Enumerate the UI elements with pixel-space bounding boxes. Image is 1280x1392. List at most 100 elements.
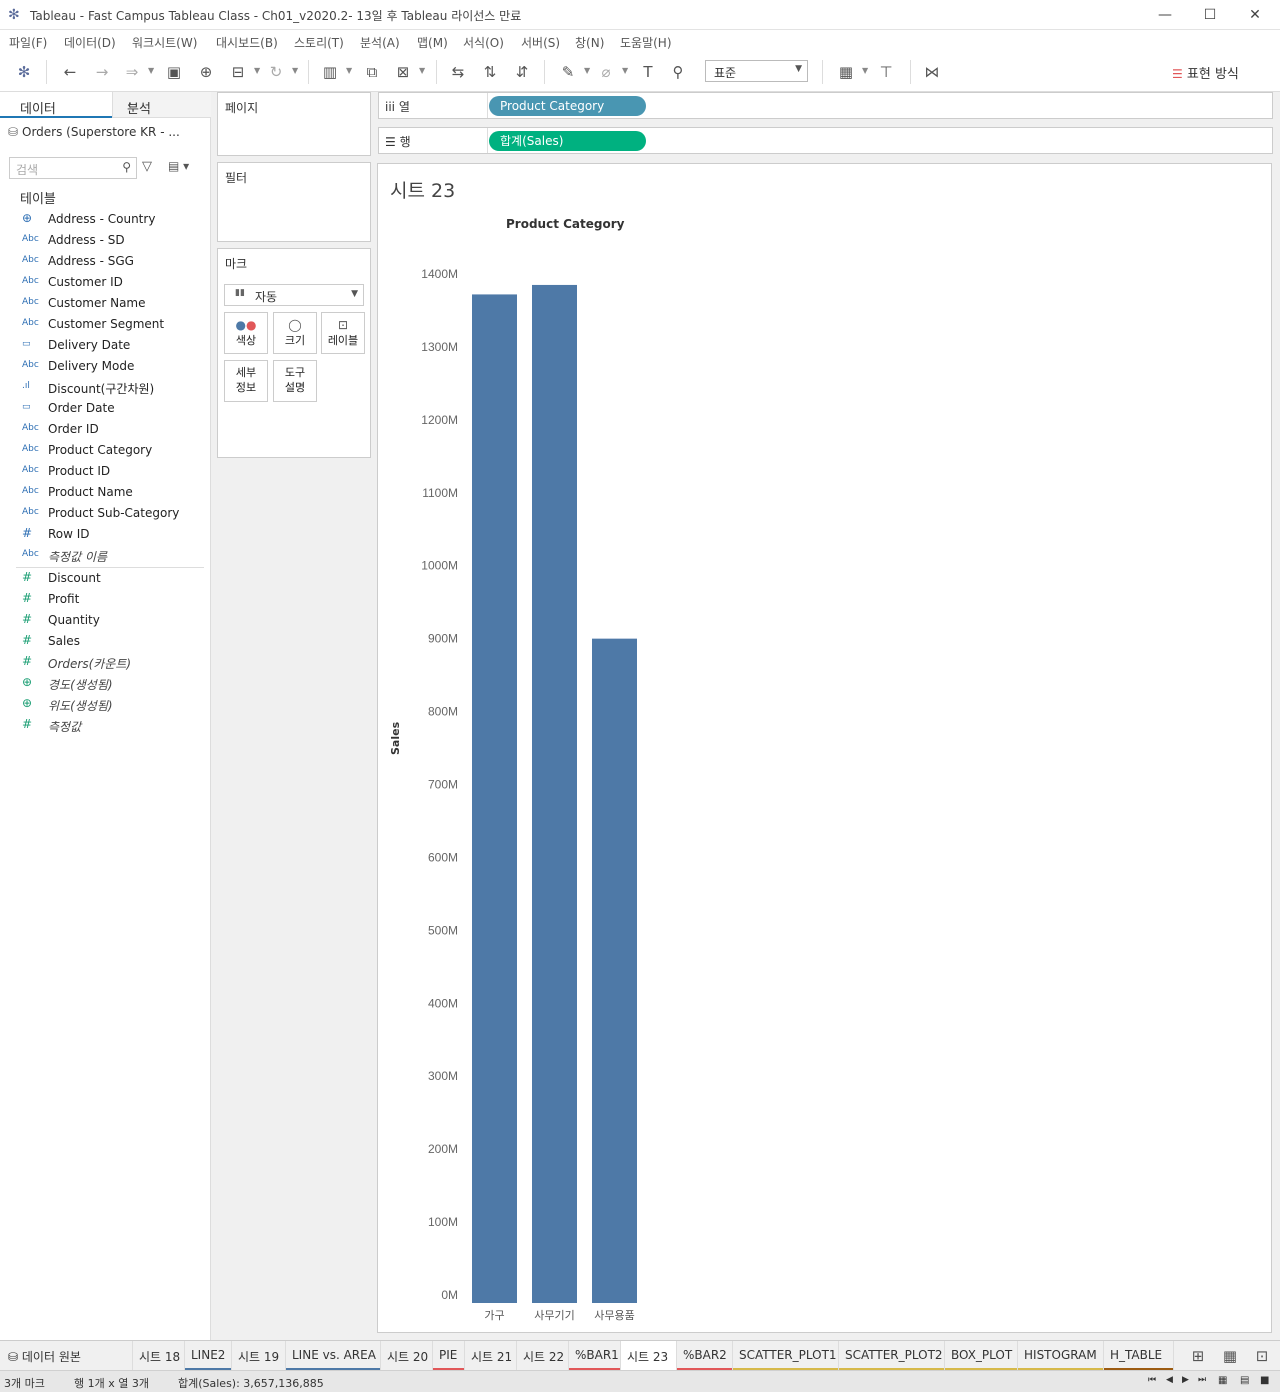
- sort-descending-icon[interactable]: ⇵: [512, 62, 532, 82]
- tab-data[interactable]: 데이터: [0, 92, 112, 118]
- show-me-button[interactable]: ☰ 표현 방식: [1172, 63, 1239, 82]
- redo-icon[interactable]: →: [92, 62, 112, 82]
- minimize-button[interactable]: —: [1150, 5, 1180, 25]
- field-item[interactable]: ⊕ 위도(생성됨): [0, 695, 210, 716]
- sheet-tab[interactable]: %BAR1: [569, 1341, 621, 1371]
- menu-item-9[interactable]: 창(N): [575, 34, 604, 51]
- field-item[interactable]: # 측정값: [0, 716, 210, 737]
- menu-item-6[interactable]: 맵(M): [417, 34, 448, 51]
- field-item[interactable]: ▭ Delivery Date: [0, 336, 210, 357]
- swap-icon[interactable]: ⇆: [448, 62, 468, 82]
- field-item[interactable]: ▭ Order Date: [0, 399, 210, 420]
- color-button[interactable]: ●● 색상: [224, 312, 268, 354]
- menu-item-2[interactable]: 워크시트(W): [132, 34, 197, 51]
- save-icon[interactable]: ▣: [164, 62, 184, 82]
- view-options-icon[interactable]: ▤ ▾: [168, 159, 189, 173]
- show-cards-icon[interactable]: ▦: [836, 62, 856, 82]
- datasource-tab[interactable]: ⛁ 데이터 원본: [0, 1341, 133, 1371]
- undo-icon[interactable]: ←: [60, 62, 80, 82]
- sheet-tab[interactable]: LINE vs. AREA: [286, 1341, 381, 1371]
- show-labels-icon[interactable]: T: [638, 62, 658, 82]
- field-item[interactable]: .ıl Discount(구간차원): [0, 378, 210, 399]
- maximize-button[interactable]: ☐: [1195, 5, 1225, 25]
- menu-item-10[interactable]: 도움말(H): [620, 34, 672, 51]
- field-item[interactable]: Abc Product Sub-Category: [0, 504, 210, 525]
- sort-ascending-icon[interactable]: ⇅: [480, 62, 500, 82]
- new-dashboard-icon[interactable]: ▦: [1220, 1346, 1240, 1366]
- field-item[interactable]: Abc Order ID: [0, 420, 210, 441]
- columns-shelf[interactable]: iii 열 Product Category: [378, 92, 1273, 119]
- field-item[interactable]: Abc Product Name: [0, 483, 210, 504]
- tab-analysis[interactable]: 분석 ‹: [112, 92, 211, 118]
- replay-icon[interactable]: ⇒: [122, 62, 142, 82]
- field-item[interactable]: Abc Customer ID: [0, 273, 210, 294]
- columns-pill[interactable]: Product Category: [489, 96, 646, 116]
- menu-item-0[interactable]: 파일(F): [9, 34, 47, 51]
- sheet-tab[interactable]: 시트 20: [381, 1341, 433, 1371]
- duplicate-sheet-icon[interactable]: ⧉: [362, 62, 382, 82]
- menu-item-8[interactable]: 서버(S): [521, 34, 560, 51]
- highlight-icon[interactable]: ✎: [558, 62, 578, 82]
- new-datasource-icon[interactable]: ⊕: [196, 62, 216, 82]
- menu-item-4[interactable]: 스토리(T): [294, 34, 344, 51]
- menu-item-3[interactable]: 대시보드(B): [216, 34, 278, 51]
- sheet-tab[interactable]: SCATTER_PLOT1: [733, 1341, 839, 1371]
- close-button[interactable]: ✕: [1240, 5, 1270, 25]
- label-button[interactable]: ⊡ 레이블: [321, 312, 365, 354]
- refresh-icon[interactable]: ↻: [266, 62, 286, 82]
- mark-type-select[interactable]: ▮▮ 자동 ▼: [224, 284, 364, 306]
- field-item[interactable]: Abc 측정값 이름: [0, 546, 210, 567]
- bar[interactable]: [472, 294, 517, 1303]
- new-story-icon[interactable]: ⊡: [1252, 1346, 1272, 1366]
- field-item[interactable]: Abc Product Category: [0, 441, 210, 462]
- grid-view-icon[interactable]: ▦: [1218, 1375, 1227, 1386]
- field-item[interactable]: Abc Address - SD: [0, 231, 210, 252]
- tableau-home-icon[interactable]: ✻: [14, 62, 34, 82]
- sheet-tab[interactable]: H_TABLE: [1104, 1341, 1174, 1371]
- menu-item-1[interactable]: 데이터(D): [64, 34, 116, 51]
- field-item[interactable]: Abc Customer Name: [0, 294, 210, 315]
- field-item[interactable]: # Row ID: [0, 525, 210, 546]
- first-sheet-icon[interactable]: ⏮: [1148, 1375, 1156, 1385]
- sheet-tab[interactable]: SCATTER_PLOT2: [839, 1341, 945, 1371]
- sheet-tab[interactable]: PIE: [433, 1341, 465, 1371]
- sheet-tab[interactable]: 시트 19: [232, 1341, 286, 1371]
- tooltip-button[interactable]: 도구 설명: [273, 360, 317, 402]
- new-worksheet-icon[interactable]: ▥: [320, 62, 340, 82]
- share-icon[interactable]: ⋈: [922, 62, 942, 82]
- field-item[interactable]: # Quantity: [0, 611, 210, 632]
- menu-item-5[interactable]: 분석(A): [360, 34, 400, 51]
- field-item[interactable]: ⊕ 경도(생성됨): [0, 674, 210, 695]
- sheet-tab[interactable]: %BAR2: [677, 1341, 733, 1371]
- last-sheet-icon[interactable]: ⏭: [1198, 1375, 1206, 1385]
- field-item[interactable]: Abc Address - SGG: [0, 252, 210, 273]
- rows-pill[interactable]: 합계(Sales): [489, 131, 646, 151]
- field-item[interactable]: # Orders(카운트): [0, 653, 210, 674]
- pages-card[interactable]: 페이지: [217, 92, 371, 156]
- next-sheet-icon[interactable]: ▶: [1182, 1375, 1189, 1385]
- field-item[interactable]: # Discount: [0, 569, 210, 590]
- collapse-icon[interactable]: ‹: [127, 98, 205, 113]
- new-worksheet-icon[interactable]: ⊞: [1188, 1346, 1208, 1366]
- filmstrip-icon[interactable]: ▤: [1240, 1375, 1249, 1386]
- bar[interactable]: [532, 284, 577, 1303]
- sheet-tab[interactable]: 시트 23: [621, 1341, 677, 1371]
- filter-icon[interactable]: ▽: [142, 159, 152, 174]
- prev-sheet-icon[interactable]: ◀: [1166, 1375, 1173, 1385]
- sheet-tab[interactable]: 시트 21: [465, 1341, 517, 1371]
- fit-select[interactable]: 표준 ▼: [705, 60, 808, 82]
- rows-shelf[interactable]: ☰ 행 합계(Sales): [378, 127, 1273, 154]
- bar[interactable]: [592, 638, 637, 1303]
- sheet-tab[interactable]: LINE2: [185, 1341, 232, 1371]
- field-item[interactable]: # Sales: [0, 632, 210, 653]
- tabs-view-icon[interactable]: ■: [1260, 1375, 1269, 1386]
- pause-updates-icon[interactable]: ⊟: [228, 62, 248, 82]
- menu-item-7[interactable]: 서식(O): [463, 34, 504, 51]
- sheet-tab[interactable]: 시트 22: [517, 1341, 569, 1371]
- datasource-name[interactable]: Orders (Superstore KR - ...: [22, 125, 180, 139]
- clear-sheet-icon[interactable]: ⊠: [393, 62, 413, 82]
- group-icon[interactable]: ⌀: [596, 62, 616, 82]
- sheet-tab[interactable]: HISTOGRAM: [1018, 1341, 1104, 1371]
- detail-button[interactable]: 세부 정보: [224, 360, 268, 402]
- field-item[interactable]: Abc Delivery Mode: [0, 357, 210, 378]
